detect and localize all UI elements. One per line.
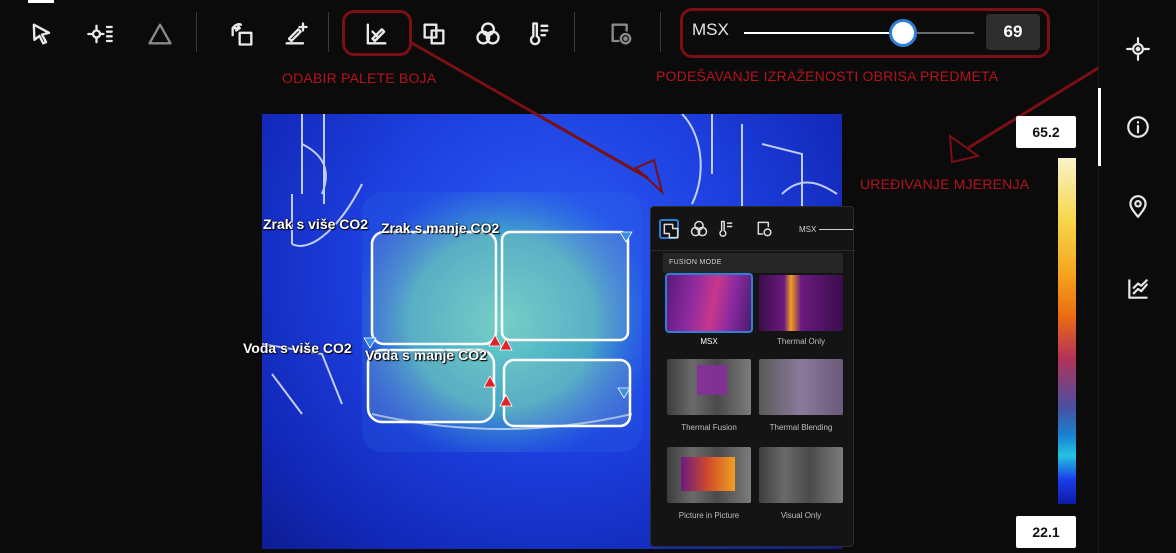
fusion-caption-thermal-fusion: Thermal Fusion bbox=[681, 423, 737, 432]
cursor-icon[interactable] bbox=[22, 14, 62, 54]
fusion-option-thermal-fusion[interactable] bbox=[667, 359, 751, 415]
fusion-option-thermal-blending[interactable] bbox=[759, 359, 843, 415]
sidebar-active-indicator bbox=[1098, 88, 1101, 166]
image-view-icon[interactable] bbox=[602, 14, 642, 54]
measure-box-1[interactable] bbox=[370, 230, 498, 346]
spot-add-icon[interactable] bbox=[80, 14, 120, 54]
fusion-caption-msx: MSX bbox=[700, 337, 718, 346]
fusion-panel-toolbar: MSX bbox=[651, 207, 855, 251]
info-icon[interactable] bbox=[1121, 110, 1155, 144]
fusion-icon[interactable] bbox=[414, 14, 454, 54]
toolbar-divider bbox=[328, 12, 329, 52]
fusion-option-thermal-only[interactable] bbox=[759, 275, 843, 331]
measure-label-1[interactable]: Zrak s više CO2 bbox=[263, 216, 368, 232]
right-sidebar bbox=[1098, 0, 1176, 553]
measure-box-4[interactable] bbox=[502, 358, 632, 428]
scale-min-value[interactable]: 22.1 bbox=[1016, 516, 1076, 548]
active-tool-indicator bbox=[28, 0, 54, 3]
thermometer-icon[interactable] bbox=[715, 219, 735, 239]
fusion-caption-thermal-only: Thermal Only bbox=[776, 337, 825, 346]
location-icon[interactable] bbox=[1121, 190, 1155, 224]
palette-annotation: ODABIR PALETE BOJA bbox=[282, 70, 437, 86]
annotate-icon[interactable] bbox=[276, 14, 316, 54]
fusion-msx-slider[interactable] bbox=[819, 229, 853, 230]
rotate-icon[interactable] bbox=[222, 14, 262, 54]
toolbar-divider bbox=[574, 12, 575, 52]
msx-annotation: PODEŠAVANJE IZRAŽENOSTI OBRISA PREDMETA bbox=[656, 68, 999, 84]
color-blend-icon[interactable] bbox=[468, 14, 508, 54]
measure-label-2[interactable]: Zrak s manje CO2 bbox=[381, 220, 499, 236]
edit-annotation: UREĐIVANJE MJERENJA bbox=[860, 176, 1030, 192]
fusion-caption-visual-only: Visual Only bbox=[780, 511, 822, 520]
toolbar-divider bbox=[660, 12, 661, 52]
fusion-icon[interactable] bbox=[659, 219, 679, 239]
measure-label-4[interactable]: Voda s manje CO2 bbox=[365, 347, 487, 363]
fusion-option-msx[interactable] bbox=[665, 273, 753, 333]
fusion-msx-label: MSX bbox=[799, 225, 817, 234]
toolbar-divider bbox=[196, 12, 197, 52]
measure-label-3[interactable]: Voda s više CO2 bbox=[243, 340, 352, 356]
fusion-option-visual-only[interactable] bbox=[759, 447, 843, 503]
color-blend-icon[interactable] bbox=[689, 219, 709, 239]
image-view-icon[interactable] bbox=[755, 219, 775, 239]
fusion-mode-panel: MSX FUSION MODE MSX Thermal Only Thermal… bbox=[650, 206, 855, 547]
palette-highlight-box bbox=[342, 10, 412, 56]
measure-icon[interactable] bbox=[1121, 32, 1155, 66]
chart-icon[interactable] bbox=[1121, 272, 1155, 306]
fusion-mode-title: FUSION MODE bbox=[663, 253, 843, 273]
thermometer-icon[interactable] bbox=[518, 14, 558, 54]
scale-max-value[interactable]: 65.2 bbox=[1016, 116, 1076, 148]
fusion-caption-thermal-blending: Thermal Blending bbox=[769, 423, 833, 432]
measure-box-2[interactable] bbox=[500, 230, 630, 342]
triangle-icon[interactable] bbox=[140, 14, 180, 54]
fusion-caption-picture-in-picture: Picture in Picture bbox=[678, 511, 740, 520]
fusion-option-picture-in-picture[interactable] bbox=[667, 447, 751, 503]
msx-highlight-box bbox=[680, 8, 1050, 58]
edit-arrow-head bbox=[948, 133, 981, 164]
color-scale-bar bbox=[1058, 158, 1076, 504]
